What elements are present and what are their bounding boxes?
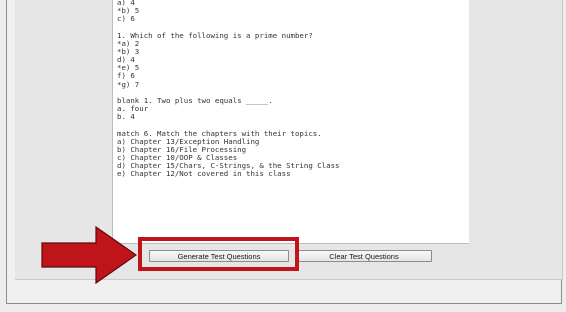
output-line: 1. Which of the following is a prime num…: [117, 30, 313, 40]
output-line: *a) 2: [117, 38, 140, 48]
pointer-arrow-shape: [41, 225, 138, 285]
output-line: a. four: [117, 104, 149, 114]
questions-output-text: a) 4 *b) 5 c) 6 1. Which of the following …: [117, 0, 452, 178]
output-line: d) 4: [117, 55, 135, 65]
pointer-arrow-icon: [41, 225, 138, 285]
highlight-box: [138, 237, 299, 271]
output-line: e) Chapter 12/Not covered in this class: [117, 169, 291, 179]
clear-test-questions-button[interactable]: Clear Test Questions: [296, 250, 432, 262]
output-line: *g) 7: [117, 79, 140, 89]
output-line: blank 1. Two plus two equals _____.: [117, 95, 273, 105]
output-line: *b) 5: [117, 6, 140, 16]
output-line: c) 6: [117, 14, 135, 24]
output-line: *b) 3: [117, 46, 140, 56]
output-line: f) 6: [117, 71, 135, 81]
output-line: b. 4: [117, 112, 135, 122]
output-line: *e) 5: [117, 63, 140, 73]
output-line: a) 4: [117, 0, 135, 7]
